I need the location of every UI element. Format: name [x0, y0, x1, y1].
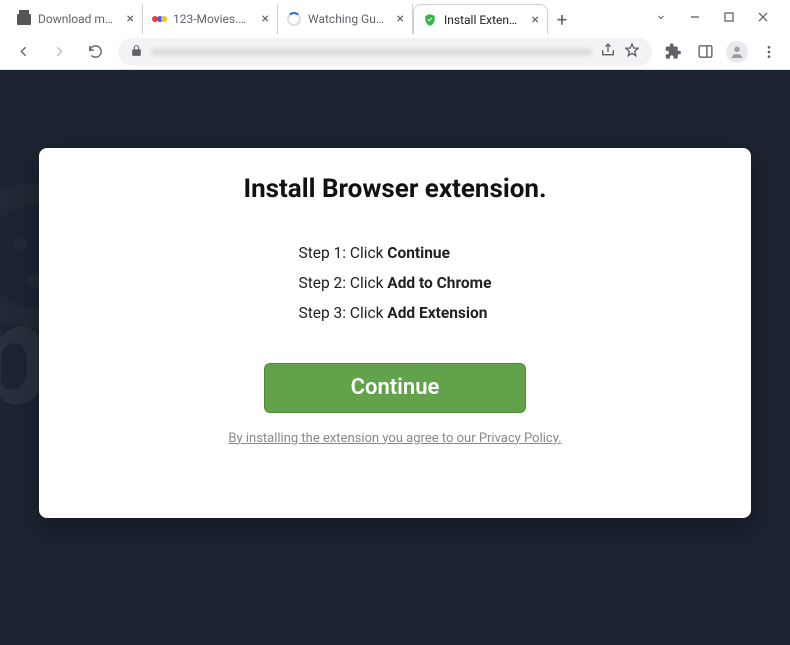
close-icon[interactable]: ×	[397, 12, 404, 26]
minimize-button[interactable]	[680, 5, 710, 29]
tab-install-extension[interactable]: Install Extension ×	[413, 4, 548, 34]
side-panel-icon[interactable]	[694, 41, 716, 63]
tab-title: Download musi…	[38, 12, 121, 26]
privacy-policy-link[interactable]: By installing the extension you agree to…	[228, 431, 561, 446]
step-1: Step 1: Click Continue	[299, 238, 492, 268]
printer-icon	[16, 11, 32, 27]
tab-download[interactable]: Download musi… ×	[8, 4, 143, 34]
step-3: Step 3: Click Add Extension	[299, 298, 492, 328]
address-bar[interactable]	[118, 38, 652, 66]
back-button[interactable]	[10, 39, 36, 65]
tab-title: Install Extension	[444, 13, 526, 27]
spinner-icon	[286, 11, 302, 27]
close-icon[interactable]: ×	[532, 13, 539, 27]
new-tab-button[interactable]: +	[548, 6, 576, 34]
forward-button[interactable]	[46, 39, 72, 65]
tab-title: Watching Guille…	[308, 12, 391, 26]
dots-icon	[151, 11, 167, 27]
menu-icon[interactable]	[758, 41, 780, 63]
close-window-button[interactable]	[748, 5, 778, 29]
page-content: pcrisk.com Install Browser extension. St…	[0, 70, 790, 645]
lock-icon	[130, 42, 143, 61]
tab-title: 123-Movies.com	[173, 12, 256, 26]
step-2: Step 2: Click Add to Chrome	[299, 268, 492, 298]
install-card: Install Browser extension. Step 1: Click…	[39, 148, 751, 518]
star-icon[interactable]	[624, 42, 640, 62]
tab-watching[interactable]: Watching Guille… ×	[278, 4, 413, 34]
steps-list: Step 1: Click Continue Step 2: Click Add…	[299, 238, 492, 329]
chevron-down-icon[interactable]	[646, 5, 676, 29]
reload-button[interactable]	[82, 39, 108, 65]
share-icon[interactable]	[600, 42, 616, 62]
tabs-row: Download musi… × 123-Movies.com × Watchi…	[8, 0, 642, 34]
toolbar	[0, 34, 790, 70]
tab-123movies[interactable]: 123-Movies.com ×	[143, 4, 278, 34]
continue-button[interactable]: Continue	[264, 363, 526, 413]
close-icon[interactable]: ×	[262, 12, 269, 26]
shield-icon	[422, 12, 438, 28]
extensions-icon[interactable]	[662, 41, 684, 63]
profile-icon[interactable]	[726, 41, 748, 63]
toolbar-right	[662, 41, 780, 63]
window-controls	[642, 0, 782, 34]
close-icon[interactable]: ×	[127, 12, 134, 26]
maximize-button[interactable]	[714, 5, 744, 29]
titlebar: Download musi… × 123-Movies.com × Watchi…	[0, 0, 790, 34]
url-text	[151, 49, 592, 55]
card-heading: Install Browser extension.	[243, 174, 546, 204]
